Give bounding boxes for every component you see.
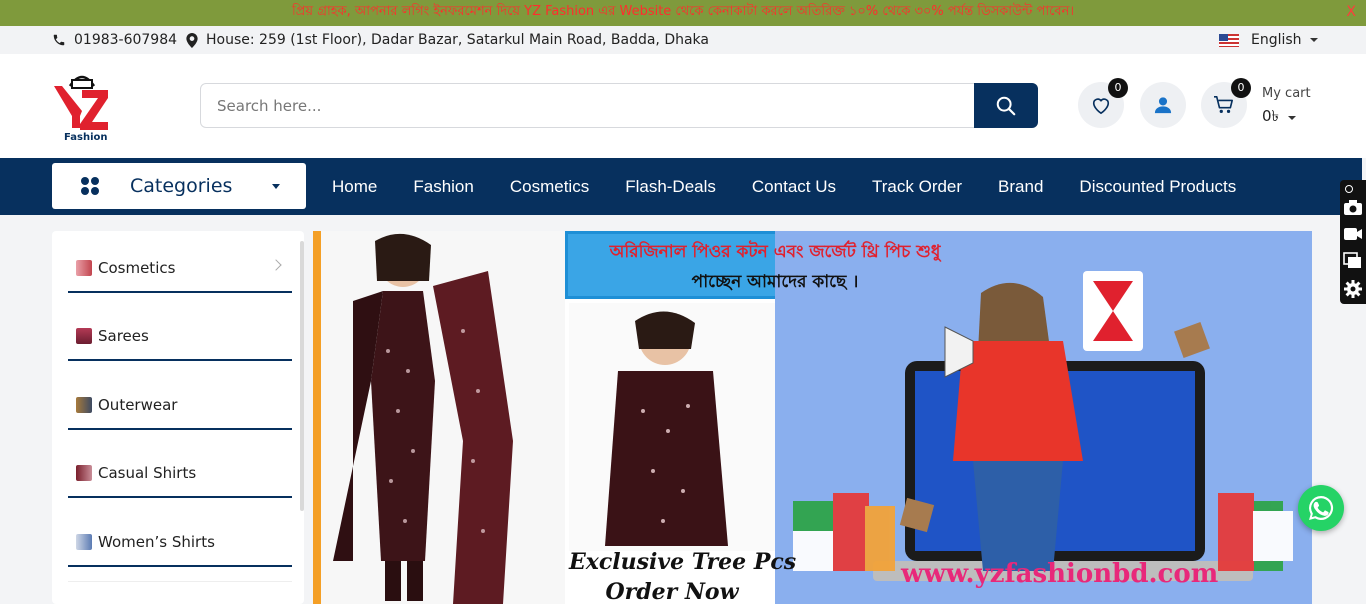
wishlist-count-badge: 0	[1108, 78, 1128, 98]
camera-icon[interactable]	[1343, 200, 1363, 216]
category-sidebar: Cosmetics Sarees Outerwear Casual Shirts…	[52, 231, 304, 604]
phone-icon	[53, 34, 65, 46]
nav-contact-us[interactable]: Contact Us	[752, 177, 836, 197]
us-flag-icon	[1219, 33, 1239, 47]
category-thumbnail	[76, 259, 92, 276]
nav-discounted-products[interactable]: Discounted Products	[1079, 177, 1236, 197]
cart-button[interactable]: 0	[1201, 78, 1251, 128]
cart-icon	[1214, 96, 1233, 113]
whatsapp-chat-button[interactable]	[1298, 485, 1344, 531]
banner-website: www.yzfashionbd.com	[901, 559, 1219, 589]
category-item-sarees[interactable]: Sarees	[68, 312, 292, 361]
store-address: House: 259 (1st Floor), Dadar Bazar, Sat…	[186, 32, 709, 48]
language-label: English	[1251, 32, 1302, 48]
site-logo[interactable]: Fashion	[52, 66, 112, 146]
caret-down-icon	[272, 184, 280, 189]
promo-text: প্রিয় গ্রাহক, আপনার লগিং ইনফরমেশন দিয়ে…	[292, 4, 1074, 19]
hero-banner[interactable]: অরিজিনাল পিওর কটন এবং জর্জেট থ্রি পিচ শু…	[313, 231, 1312, 604]
nav-fashion[interactable]: Fashion	[413, 177, 473, 197]
chevron-right-icon	[270, 259, 282, 271]
categories-dropdown[interactable]: Categories	[52, 163, 306, 209]
caret-down-icon	[1309, 38, 1318, 42]
nav-cosmetics[interactable]: Cosmetics	[510, 177, 589, 197]
account-button[interactable]	[1140, 82, 1186, 128]
category-label: Sarees	[98, 326, 149, 345]
video-icon[interactable]	[1343, 227, 1363, 241]
category-thumbnail	[76, 533, 92, 550]
phone-number: 01983-607984	[74, 32, 178, 48]
contact-bar: 01983-607984 House: 259 (1st Floor), Dad…	[0, 26, 1366, 54]
nav-brand[interactable]: Brand	[998, 177, 1043, 197]
site-header: Fashion 0 0 My cart 0৳	[0, 54, 1366, 158]
logo-subtext: Fashion	[64, 132, 108, 143]
language-selector[interactable]: English	[1219, 32, 1318, 48]
link-icon[interactable]	[1344, 184, 1354, 194]
category-item-outerwear[interactable]: Outerwear	[68, 381, 292, 430]
whatsapp-icon	[1309, 495, 1334, 520]
banner-promo-line-1: Exclusive Tree Pcs	[569, 549, 797, 575]
wishlist-button[interactable]: 0	[1078, 78, 1128, 128]
nav-flash-deals[interactable]: Flash-Deals	[625, 177, 716, 197]
cart-label: My cart	[1262, 86, 1311, 101]
address-text: House: 259 (1st Floor), Dadar Bazar, Sat…	[206, 32, 709, 48]
cart-total-value: 0৳	[1262, 107, 1280, 125]
category-label: Women’s Shirts	[98, 532, 215, 551]
categories-label: Categories	[130, 175, 233, 197]
category-item-womens-shirts[interactable]: Women’s Shirts	[68, 518, 292, 567]
heart-icon	[1092, 98, 1110, 115]
nav-menu: Home Fashion Cosmetics Flash-Deals Conta…	[332, 158, 1272, 215]
category-item-cosmetics[interactable]: Cosmetics	[68, 244, 292, 293]
sidebar-scrollbar[interactable]	[300, 241, 304, 511]
banner-promo-line-2: Order Now	[605, 579, 739, 604]
category-label: Outerwear	[98, 395, 178, 414]
promo-close-button[interactable]: X	[1346, 0, 1356, 24]
gear-icon[interactable]	[1343, 279, 1363, 299]
category-item-casual-shirts[interactable]: Casual Shirts	[68, 449, 292, 498]
windows-icon[interactable]	[1343, 252, 1363, 270]
category-label: Casual Shirts	[98, 463, 197, 482]
location-pin-icon	[186, 32, 198, 48]
user-icon	[1154, 97, 1172, 114]
category-thumbnail	[76, 464, 92, 481]
grid-icon	[81, 177, 99, 195]
search-icon	[996, 96, 1016, 115]
phone-contact[interactable]: 01983-607984	[52, 32, 177, 48]
search-button[interactable]	[974, 83, 1038, 128]
promo-bar: প্রিয় গ্রাহক, আপনার লগিং ইনফরমেশন দিয়ে…	[0, 0, 1366, 26]
search-input[interactable]	[201, 84, 975, 127]
search-bar	[200, 83, 1038, 128]
main-navigation: Categories Home Fashion Cosmetics Flash-…	[0, 158, 1362, 215]
cart-total[interactable]: 0৳	[1262, 105, 1296, 130]
category-thumbnail	[76, 396, 92, 413]
banner-headline-2: পাচ্ছেন আমাদের কাছে ।	[691, 272, 859, 292]
banner-headline-1: অরিজিনাল পিওর কটন এবং জর্জেট থ্রি পিচ শু…	[609, 242, 941, 262]
floating-toolbar	[1340, 180, 1366, 304]
nav-home[interactable]: Home	[332, 177, 377, 197]
cart-count-badge: 0	[1231, 78, 1251, 98]
nav-track-order[interactable]: Track Order	[872, 177, 962, 197]
category-label: Cosmetics	[98, 258, 176, 277]
caret-down-icon	[1287, 116, 1296, 120]
category-thumbnail	[76, 327, 92, 344]
